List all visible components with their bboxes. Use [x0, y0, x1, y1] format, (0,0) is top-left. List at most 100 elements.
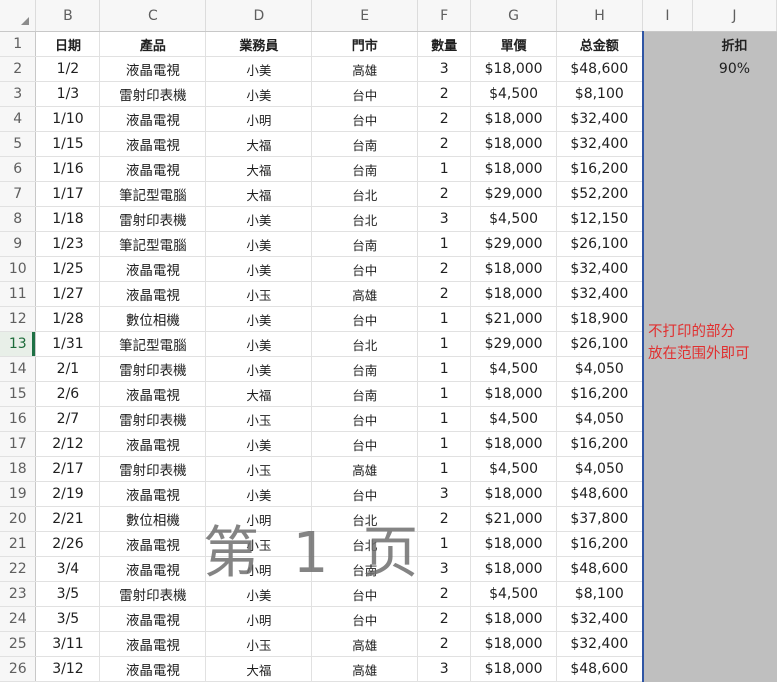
- cell-salesperson[interactable]: 小明: [205, 506, 313, 532]
- cell-store[interactable]: 台南: [311, 131, 419, 157]
- header-cell-salesperson[interactable]: 業務員: [205, 31, 313, 57]
- cell-j7[interactable]: [692, 181, 777, 207]
- header-cell-store[interactable]: 門市: [311, 31, 419, 57]
- cell-j8[interactable]: [692, 206, 777, 232]
- cell-salesperson[interactable]: 小玉: [205, 531, 313, 557]
- column-header-g[interactable]: G: [470, 0, 558, 32]
- cell-quantity[interactable]: 1: [417, 306, 472, 332]
- cell-unit-price[interactable]: $18,000: [470, 106, 558, 132]
- cell-total[interactable]: $12,150: [556, 206, 644, 232]
- cell-salesperson[interactable]: 小玉: [205, 631, 313, 657]
- cell-product[interactable]: 數位相機: [99, 506, 207, 532]
- column-header-h[interactable]: H: [556, 0, 644, 32]
- cell-product[interactable]: 筆記型電腦: [99, 331, 207, 357]
- cell-date[interactable]: 2/1: [35, 356, 101, 382]
- cell-j4[interactable]: [692, 106, 777, 132]
- cell-quantity[interactable]: 1: [417, 531, 472, 557]
- cell-j3[interactable]: [692, 81, 777, 107]
- cell-total[interactable]: $32,400: [556, 256, 644, 282]
- cell-salesperson[interactable]: 小美: [205, 81, 313, 107]
- header-cell-discount[interactable]: 折扣: [692, 31, 777, 57]
- column-header-b[interactable]: B: [35, 0, 101, 32]
- cell-store[interactable]: 台中: [311, 306, 419, 332]
- cell-salesperson[interactable]: 小美: [205, 206, 313, 232]
- row-header-9[interactable]: 9: [0, 231, 37, 257]
- cell-unit-price[interactable]: $21,000: [470, 306, 558, 332]
- cell-salesperson[interactable]: 小玉: [205, 406, 313, 432]
- row-header-18[interactable]: 18: [0, 456, 37, 482]
- cell-date[interactable]: 2/21: [35, 506, 101, 532]
- cell-j15[interactable]: [692, 381, 777, 407]
- cell-j5[interactable]: [692, 131, 777, 157]
- cell-i17[interactable]: [642, 431, 693, 457]
- cell-product[interactable]: 液晶電視: [99, 106, 207, 132]
- cell-quantity[interactable]: 3: [417, 656, 472, 682]
- column-header-e[interactable]: E: [311, 0, 419, 32]
- cell-salesperson[interactable]: 小美: [205, 356, 313, 382]
- cell-quantity[interactable]: 2: [417, 256, 472, 282]
- cell-salesperson[interactable]: 小美: [205, 231, 313, 257]
- cell-salesperson[interactable]: 大福: [205, 656, 313, 682]
- cell-store[interactable]: 台南: [311, 156, 419, 182]
- cell-total[interactable]: $37,800: [556, 506, 644, 532]
- row-header-2[interactable]: 2: [0, 56, 37, 82]
- cell-quantity[interactable]: 3: [417, 556, 472, 582]
- cell-j10[interactable]: [692, 256, 777, 282]
- cell-store[interactable]: 台北: [311, 531, 419, 557]
- cell-quantity[interactable]: 2: [417, 606, 472, 632]
- row-header-19[interactable]: 19: [0, 481, 37, 507]
- cell-salesperson[interactable]: 小明: [205, 556, 313, 582]
- cell-salesperson[interactable]: 小美: [205, 331, 313, 357]
- cell-date[interactable]: 2/26: [35, 531, 101, 557]
- cell-store[interactable]: 台中: [311, 406, 419, 432]
- cell-date[interactable]: 1/23: [35, 231, 101, 257]
- cell-date[interactable]: 1/18: [35, 206, 101, 232]
- cell-salesperson[interactable]: 大福: [205, 181, 313, 207]
- cell-unit-price[interactable]: $29,000: [470, 231, 558, 257]
- cell-total[interactable]: $48,600: [556, 481, 644, 507]
- cell-i6[interactable]: [642, 156, 693, 182]
- cell-unit-price[interactable]: $4,500: [470, 206, 558, 232]
- row-header-11[interactable]: 11: [0, 281, 37, 307]
- cell-store[interactable]: 台中: [311, 106, 419, 132]
- cell-total[interactable]: $32,400: [556, 131, 644, 157]
- cell-store[interactable]: 台南: [311, 231, 419, 257]
- cell-total[interactable]: $32,400: [556, 606, 644, 632]
- cell-store[interactable]: 台南: [311, 556, 419, 582]
- cell-i20[interactable]: [642, 506, 693, 532]
- column-header-c[interactable]: C: [99, 0, 207, 32]
- cell-date[interactable]: 1/17: [35, 181, 101, 207]
- header-cell-date[interactable]: 日期: [35, 31, 101, 57]
- cell-j22[interactable]: [692, 556, 777, 582]
- cell-total[interactable]: $52,200: [556, 181, 644, 207]
- cell-i11[interactable]: [642, 281, 693, 307]
- cell-total[interactable]: $32,400: [556, 106, 644, 132]
- cell-total[interactable]: $48,600: [556, 56, 644, 82]
- cell-product[interactable]: 雷射印表機: [99, 206, 207, 232]
- cell-product[interactable]: 筆記型電腦: [99, 231, 207, 257]
- row-header-17[interactable]: 17: [0, 431, 37, 457]
- select-all-corner[interactable]: [0, 0, 37, 32]
- cell-i19[interactable]: [642, 481, 693, 507]
- cell-unit-price[interactable]: $18,000: [470, 531, 558, 557]
- cell-total[interactable]: $18,900: [556, 306, 644, 332]
- row-header-4[interactable]: 4: [0, 106, 37, 132]
- row-header-7[interactable]: 7: [0, 181, 37, 207]
- column-header-f[interactable]: F: [417, 0, 472, 32]
- cell-product[interactable]: 雷射印表機: [99, 456, 207, 482]
- cell-total[interactable]: $48,600: [556, 656, 644, 682]
- cell-quantity[interactable]: 3: [417, 56, 472, 82]
- row-header-25[interactable]: 25: [0, 631, 37, 657]
- cell-i16[interactable]: [642, 406, 693, 432]
- cell-quantity[interactable]: 1: [417, 231, 472, 257]
- header-cell-total[interactable]: 总金额: [556, 31, 644, 57]
- cell-store[interactable]: 台北: [311, 181, 419, 207]
- cell-product[interactable]: 雷射印表機: [99, 81, 207, 107]
- cell-date[interactable]: 3/5: [35, 606, 101, 632]
- cell-store[interactable]: 台中: [311, 81, 419, 107]
- row-header-3[interactable]: 3: [0, 81, 37, 107]
- cell-unit-price[interactable]: $4,500: [470, 456, 558, 482]
- cell-product[interactable]: 筆記型電腦: [99, 181, 207, 207]
- cell-quantity[interactable]: 1: [417, 156, 472, 182]
- cell-salesperson[interactable]: 小玉: [205, 456, 313, 482]
